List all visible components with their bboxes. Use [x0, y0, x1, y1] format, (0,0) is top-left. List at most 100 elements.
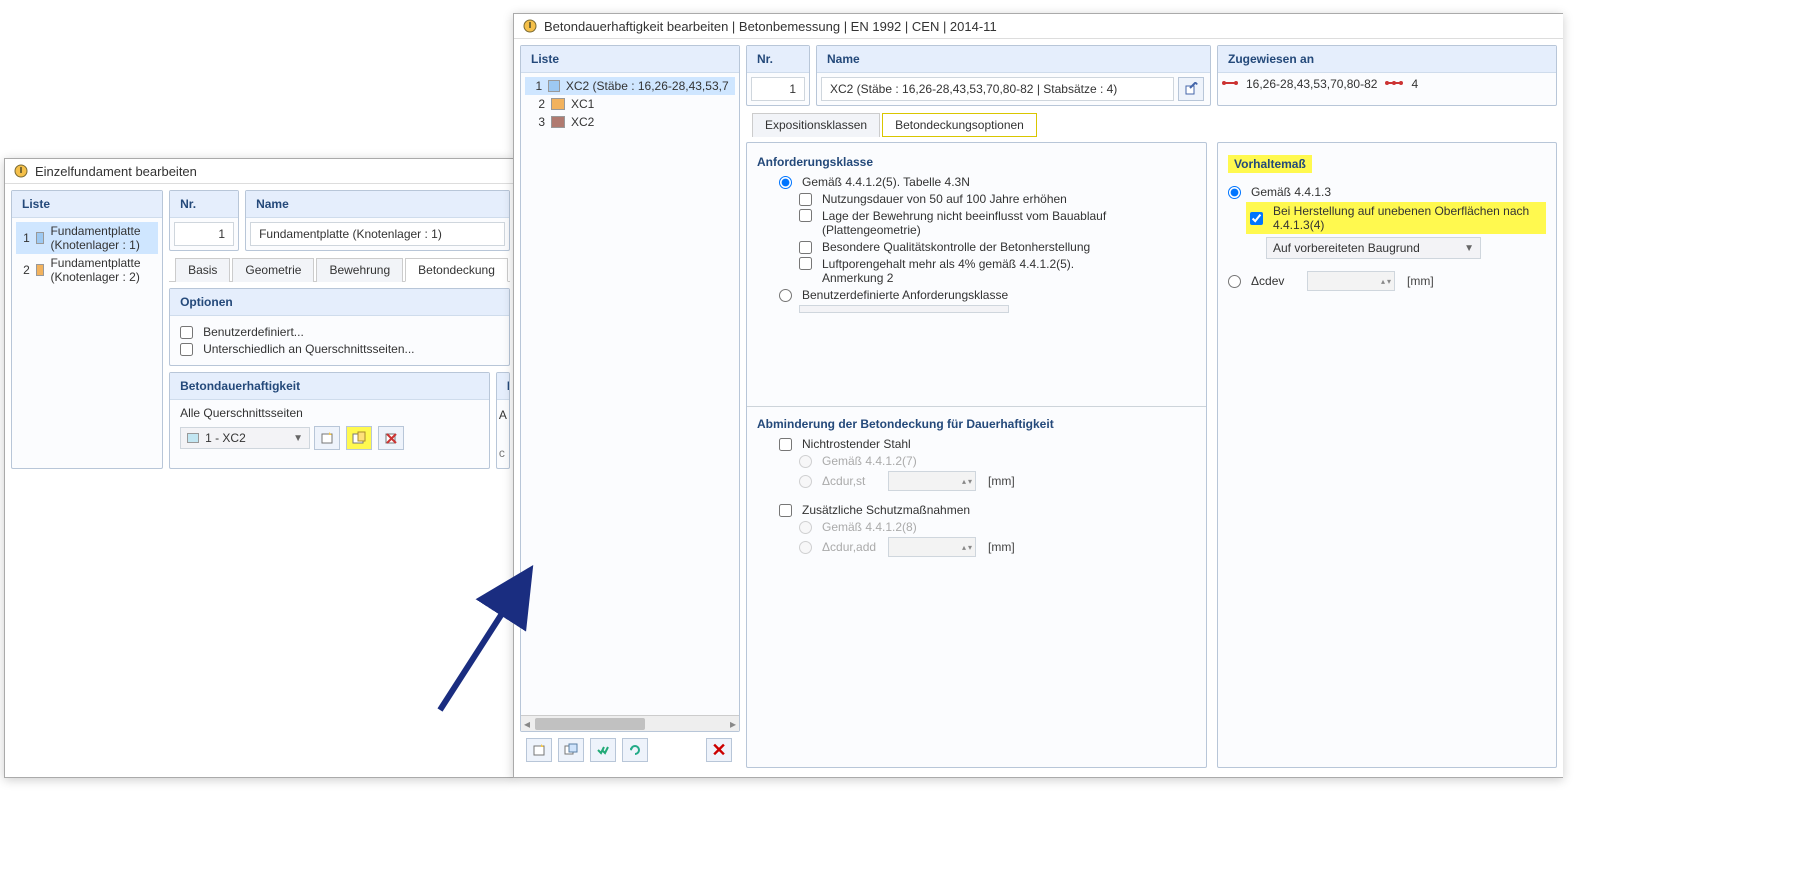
delete-button[interactable] [378, 426, 404, 450]
baugrund-value: Auf vorbereiteten Baugrund [1273, 241, 1420, 255]
zugewiesen-label: Zugewiesen an [1218, 46, 1556, 73]
chevron-down-icon: ▼ [1464, 243, 1474, 254]
tab-betondeckung[interactable]: Betondeckung [405, 258, 508, 282]
liste-item[interactable]: 1 Fundamentplatte (Knotenlager : 1) [16, 222, 158, 254]
app-icon [13, 163, 29, 179]
radio-anf-benutzer[interactable] [779, 289, 792, 302]
color-swatch [187, 433, 199, 443]
dcadd-label: Δcdur,add [822, 540, 882, 554]
window-title: Einzelfundament bearbeiten [35, 164, 197, 179]
chk-benutzerdefiniert[interactable] [180, 326, 193, 339]
panel-optionen: Optionen Benutzerdefiniert... Unterschie… [169, 288, 510, 366]
chevron-down-icon: ▼ [293, 433, 303, 444]
radio-anf-benutzer-label: Benutzerdefinierte Anforderungsklasse [802, 288, 1008, 302]
spinner-buttons: ▴▾ [1378, 277, 1394, 286]
chk-luftporen[interactable] [799, 257, 812, 270]
tool-refresh[interactable] [622, 738, 648, 762]
close-button[interactable]: ✕ [706, 738, 732, 762]
radio-gem7-label: Gemäß 4.4.1.2(7) [822, 454, 917, 468]
h-scrollbar[interactable]: ◂ ▸ [521, 715, 739, 731]
radio-gem8 [799, 521, 812, 534]
chk-nutzungsdauer[interactable] [799, 193, 812, 206]
group-abminderung: Abminderung der Betondeckung für Dauerha… [757, 417, 1196, 431]
dcst-label: Δcdur,st [822, 474, 882, 488]
tab-geometrie[interactable]: Geometrie [232, 258, 314, 282]
panel-name: Name Fundamentplatte (Knotenlager : 1) [245, 190, 510, 251]
optionen-title: Optionen [170, 289, 509, 316]
spinner-buttons: ▴▾ [959, 477, 975, 486]
chk-unterschiedlich[interactable] [180, 343, 193, 356]
member-icon [1222, 77, 1238, 91]
close-icon: ✕ [711, 740, 726, 761]
chk-qualitaet[interactable] [799, 241, 812, 254]
tool-new[interactable] [526, 738, 552, 762]
tab-bewehrung[interactable]: Bewehrung [316, 258, 403, 282]
chk-herstellung[interactable] [1250, 212, 1263, 225]
tab-basis[interactable]: Basis [175, 258, 230, 282]
radio-vorh-gem[interactable] [1228, 186, 1241, 199]
chk-unterschiedlich-label: Unterschiedlich an Querschnittsseiten... [203, 342, 414, 356]
list-label: Fundamentplatte (Knotenlager : 2) [50, 256, 152, 284]
chk-schutz[interactable] [779, 504, 792, 517]
name-label: Name [246, 191, 509, 218]
tab-betondeckungsoptionen[interactable]: Betondeckungsoptionen [882, 113, 1037, 137]
name-input[interactable]: Fundamentplatte (Knotenlager : 1) [250, 222, 505, 246]
liste-item[interactable]: 2 XC1 [525, 95, 735, 113]
nr-label: Nr. [170, 191, 238, 218]
edit-name-button[interactable] [1178, 77, 1204, 101]
dcdev-input: ▴▾ [1307, 271, 1395, 291]
tab-expositionsklassen[interactable]: Expositionsklassen [752, 113, 880, 137]
liste-item[interactable]: 2 Fundamentplatte (Knotenlager : 2) [16, 254, 158, 286]
radio-vorh-dcdev[interactable] [1228, 275, 1241, 288]
panel-side-cut: M A c [496, 372, 510, 469]
chk-benutzerdefiniert-label: Benutzerdefiniert... [203, 325, 304, 339]
tool-copy[interactable] [558, 738, 584, 762]
liste-item[interactable]: 1 XC2 (Stäbe : 16,26-28,43,53,70,80-82 [525, 77, 735, 95]
color-swatch [36, 264, 45, 276]
list-index: 1 [22, 231, 30, 245]
name-input[interactable]: XC2 (Stäbe : 16,26-28,43,53,70,80-82 | S… [821, 77, 1174, 101]
chk-lage-label: Lage der Bewehrung nicht beeinflusst vom… [822, 209, 1122, 237]
panel-name: Name XC2 (Stäbe : 16,26-28,43,53,70,80-8… [816, 45, 1211, 106]
new-button[interactable] [314, 426, 340, 450]
bottom-toolbar: ✕ [520, 732, 740, 768]
liste-item[interactable]: 3 XC2 [525, 113, 735, 131]
unit-mm: [mm] [988, 474, 1015, 488]
dura-select[interactable]: 1 - XC2 ▼ [180, 427, 310, 449]
dura-title: Betondauerhaftigkeit [170, 373, 489, 400]
tabbar: Basis Geometrie Bewehrung Betondeckung [169, 257, 510, 282]
radio-gem8-label: Gemäß 4.4.1.2(8) [822, 520, 917, 534]
chk-qualitaet-label: Besondere Qualitätskontrolle der Betonhe… [822, 240, 1090, 254]
assigned-members: 16,26-28,43,53,70,80-82 [1246, 77, 1377, 91]
chk-lage[interactable] [799, 209, 812, 222]
chk-herstellung-label: Bei Herstellung auf unebenen Oberflächen… [1273, 204, 1542, 232]
panel-liste-title: Liste [12, 191, 162, 218]
radio-anf-tabelle[interactable] [779, 176, 792, 189]
tool-check[interactable] [590, 738, 616, 762]
nr-input[interactable]: 1 [751, 77, 805, 101]
list-index: 3 [531, 115, 545, 129]
dura-select-value: 1 - XC2 [205, 431, 246, 445]
group-anforderungsklasse: Anforderungsklasse [757, 155, 1196, 169]
anf-benutzer-select [799, 305, 1009, 313]
list-index: 2 [22, 263, 30, 277]
edit-button[interactable] [346, 426, 372, 450]
group-vorhaltemass: Vorhaltemaß [1228, 155, 1312, 173]
chk-schutz-label: Zusätzliche Schutzmaßnahmen [802, 503, 970, 517]
nr-input[interactable]: 1 [174, 222, 234, 246]
chk-nichtrostender[interactable] [779, 438, 792, 451]
nr-label: Nr. [747, 46, 809, 73]
dcadd-input: ▴▾ [888, 537, 976, 557]
baugrund-select[interactable]: Auf vorbereiteten Baugrund ▼ [1266, 237, 1481, 259]
app-icon [522, 18, 538, 34]
list-label: XC1 [571, 97, 594, 111]
titlebar: Betondauerhaftigkeit bearbeiten | Betonb… [514, 14, 1563, 39]
assigned-sets: 4 [1411, 77, 1418, 91]
color-swatch [551, 116, 565, 128]
unit-mm: [mm] [1407, 274, 1434, 288]
radio-dcst [799, 475, 812, 488]
panel-zugewiesen: Zugewiesen an 16,26-28,43,53,70,80-82 4 [1217, 45, 1557, 106]
dcst-input: ▴▾ [888, 471, 976, 491]
panel-nr: Nr. 1 [746, 45, 810, 106]
list-label: Fundamentplatte (Knotenlager : 1) [50, 224, 152, 252]
